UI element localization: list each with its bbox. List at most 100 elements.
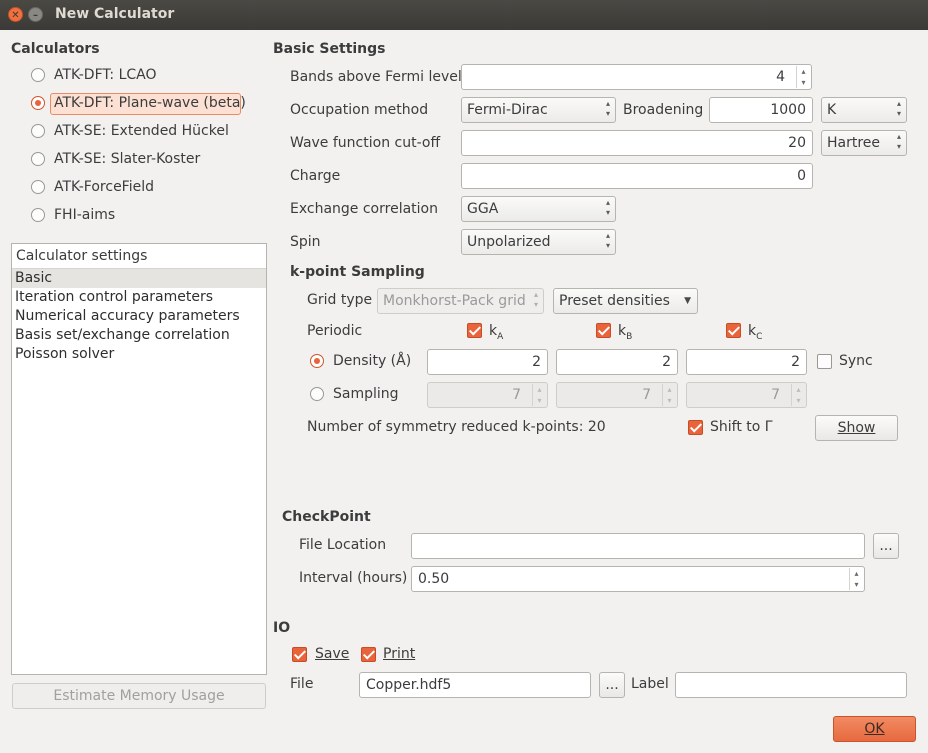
browse-checkpoint-button[interactable]: ... — [873, 533, 899, 559]
broadening-label: Broadening — [623, 102, 704, 118]
shift-to-gamma-checkbox[interactable] — [688, 420, 703, 435]
list-header: Calculator settings — [12, 244, 266, 269]
density-radio[interactable] — [310, 354, 324, 368]
window-title: New Calculator — [55, 6, 175, 22]
symmetry-kpoints-text: Number of symmetry reduced k-points: 20 — [307, 419, 606, 435]
estimate-memory-button[interactable]: Estimate Memory Usage — [12, 683, 266, 709]
kpoint-heading: k-point Sampling — [290, 264, 425, 280]
spin-arrows-icon[interactable]: ▴ ▾ — [796, 66, 810, 88]
sampling-label[interactable]: Sampling — [333, 386, 399, 402]
sync-label: Sync — [839, 353, 873, 369]
exchange-correlation-select[interactable]: GGA ▴ ▾ — [461, 196, 616, 222]
radio-forcefield[interactable] — [31, 180, 45, 194]
ka-label: kA — [489, 323, 504, 342]
broadening-input[interactable]: 1000 — [709, 97, 813, 123]
density-c-input[interactable]: 2 — [686, 349, 807, 375]
charge-label: Charge — [290, 168, 341, 184]
file-location-label: File Location — [299, 537, 387, 553]
io-file-label: File — [290, 676, 314, 692]
save-checkbox[interactable] — [292, 647, 307, 662]
updown-arrow-icon: ▴ ▾ — [896, 99, 901, 118]
ok-button-label: OK — [864, 721, 885, 737]
title-bar: ✕ – New Calculator — [0, 0, 928, 30]
bands-label: Bands above Fermi level — [290, 69, 462, 85]
periodic-kb-checkbox[interactable] — [596, 323, 611, 338]
calculator-option-label[interactable]: ATK-ForceField — [54, 179, 154, 195]
sampling-c-value: 7 — [771, 387, 780, 403]
sampling-a-input[interactable]: 7 ▴ ▾ — [427, 382, 548, 408]
calculator-option-label[interactable]: ATK-SE: Extended Hückel — [54, 123, 229, 139]
charge-input[interactable]: 0 — [461, 163, 813, 189]
interval-value: 0.50 — [418, 571, 450, 587]
cutoff-label: Wave function cut-off — [290, 135, 441, 151]
cutoff-input[interactable]: 20 — [461, 130, 813, 156]
browse-io-file-button[interactable]: ... — [599, 672, 625, 698]
list-item-iteration-control[interactable]: Iteration control parameters — [12, 288, 266, 307]
sampling-a-value: 7 — [512, 387, 521, 403]
density-a-input[interactable]: 2 — [427, 349, 548, 375]
io-label-label: Label — [631, 676, 669, 692]
spin-arrows-icon[interactable]: ▴ ▾ — [662, 384, 676, 406]
file-location-input[interactable] — [411, 533, 865, 559]
preset-densities-select[interactable]: Preset densities ▼ — [553, 288, 698, 314]
print-checkbox[interactable] — [361, 647, 376, 662]
broadening-unit-value: K — [827, 102, 837, 118]
spin-arrows-icon[interactable]: ▴ ▾ — [791, 384, 805, 406]
sampling-c-input[interactable]: 7 ▴ ▾ — [686, 382, 807, 408]
close-window-button[interactable]: ✕ — [8, 7, 23, 22]
interval-label: Interval (hours) — [299, 570, 408, 586]
minimize-window-button[interactable]: – — [28, 7, 43, 22]
bands-input[interactable]: 4 ▴ ▾ — [461, 64, 812, 90]
updown-arrow-icon: ▴ ▾ — [605, 198, 610, 217]
xc-value: GGA — [467, 201, 499, 217]
radio-lcao[interactable] — [31, 68, 45, 82]
periodic-kc-checkbox[interactable] — [726, 323, 741, 338]
dropdown-arrow-icon: ▼ — [684, 296, 691, 306]
spin-arrows-icon[interactable]: ▴ ▾ — [532, 384, 546, 406]
updown-arrow-icon: ▴ ▾ — [896, 132, 901, 151]
radio-slater-koster[interactable] — [31, 152, 45, 166]
print-label: Print — [383, 646, 416, 662]
list-item-basic[interactable]: Basic — [12, 269, 266, 288]
occupation-label: Occupation method — [290, 102, 429, 118]
kc-label: kC — [748, 323, 763, 342]
calculator-option-label[interactable]: ATK-DFT: LCAO — [54, 67, 157, 83]
io-label-input[interactable] — [675, 672, 907, 698]
density-label[interactable]: Density (Å) — [333, 353, 411, 369]
sampling-b-input[interactable]: 7 ▴ ▾ — [556, 382, 678, 408]
io-file-input[interactable]: Copper.hdf5 — [359, 672, 591, 698]
show-button[interactable]: Show — [815, 415, 898, 441]
calculator-option-label[interactable]: ATK-SE: Slater-Koster — [54, 151, 200, 167]
shift-to-gamma-label: Shift to Γ — [710, 419, 773, 435]
radio-plane-wave[interactable] — [31, 96, 45, 110]
show-button-label: Show — [837, 420, 876, 436]
list-item-numerical-accuracy[interactable]: Numerical accuracy parameters — [12, 307, 266, 326]
grid-type-value: Monkhorst-Pack grid — [383, 293, 526, 309]
calculator-option-label[interactable]: ATK-DFT: Plane-wave (beta) — [54, 95, 246, 111]
calculators-heading: Calculators — [11, 41, 100, 57]
sampling-radio[interactable] — [310, 387, 324, 401]
updown-arrow-icon: ▴ ▾ — [533, 290, 538, 309]
radio-extended-huckel[interactable] — [31, 124, 45, 138]
density-b-input[interactable]: 2 — [556, 349, 678, 375]
updown-arrow-icon: ▴ ▾ — [605, 99, 610, 118]
sync-checkbox[interactable] — [817, 354, 832, 369]
grid-type-label: Grid type — [307, 292, 373, 308]
list-item-basis-set[interactable]: Basis set/exchange correlation — [12, 326, 266, 345]
spin-select[interactable]: Unpolarized ▴ ▾ — [461, 229, 616, 255]
exchange-correlation-label: Exchange correlation — [290, 201, 438, 217]
ok-button[interactable]: OK — [833, 716, 916, 742]
list-item-poisson-solver[interactable]: Poisson solver — [12, 345, 266, 364]
spin-arrows-icon[interactable]: ▴ ▾ — [849, 568, 863, 590]
interval-input[interactable]: 0.50 ▴ ▾ — [411, 566, 865, 592]
grid-type-select[interactable]: Monkhorst-Pack grid ▴ ▾ — [377, 288, 544, 314]
occupation-select[interactable]: Fermi-Dirac ▴ ▾ — [461, 97, 616, 123]
preset-value: Preset densities — [559, 293, 670, 309]
broadening-unit-select[interactable]: K ▴ ▾ — [821, 97, 907, 123]
periodic-ka-checkbox[interactable] — [467, 323, 482, 338]
bands-value: 4 — [776, 69, 785, 85]
radio-fhi-aims[interactable] — [31, 208, 45, 222]
cutoff-unit-value: Hartree — [827, 135, 881, 151]
calculator-option-label[interactable]: FHI-aims — [54, 207, 115, 223]
cutoff-unit-select[interactable]: Hartree ▴ ▾ — [821, 130, 907, 156]
